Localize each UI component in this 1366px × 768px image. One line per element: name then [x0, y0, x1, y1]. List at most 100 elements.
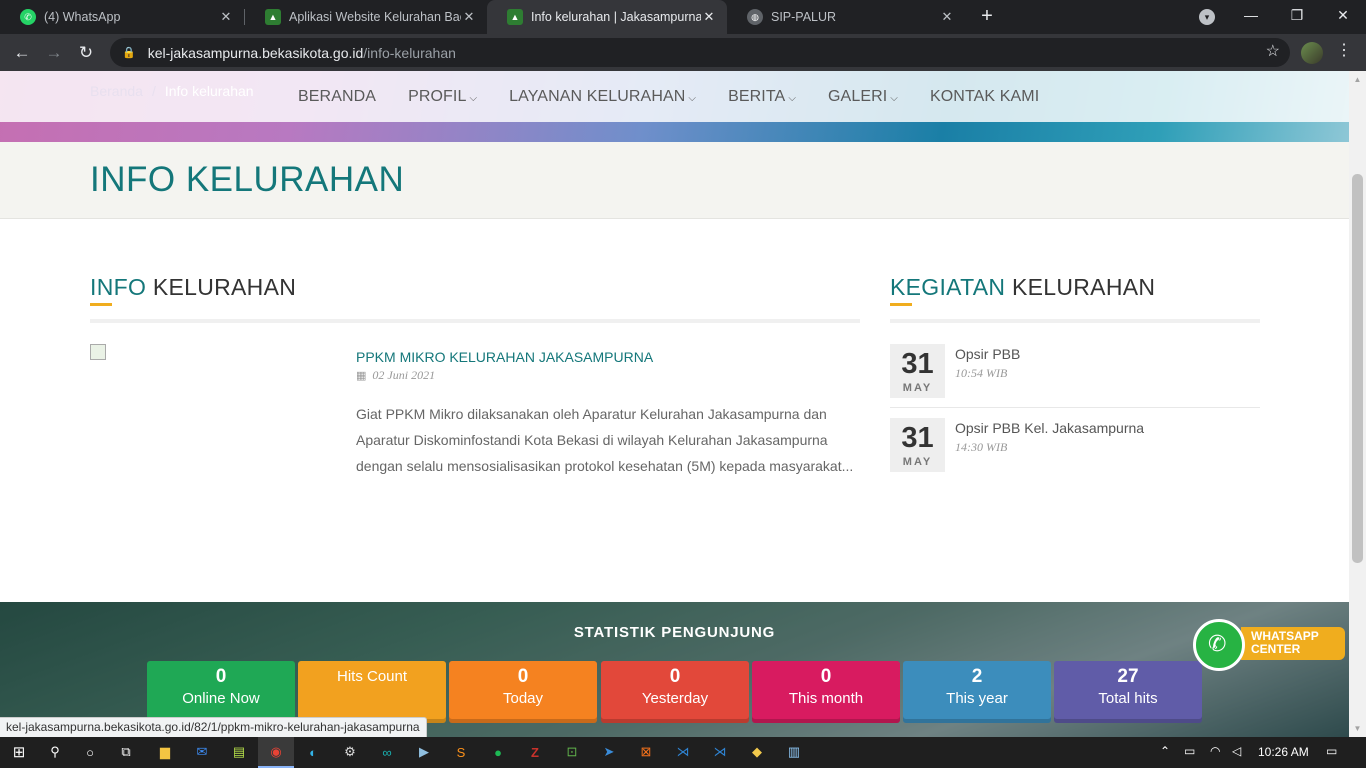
tab-title: (4) WhatsApp — [44, 10, 121, 24]
close-tab-icon[interactable]: ✕ — [939, 9, 955, 25]
filezilla-icon[interactable]: Z — [525, 742, 545, 762]
whatsapp-center-label: WHATSAPP CENTER — [1241, 627, 1345, 660]
scrollbar-thumb[interactable] — [1352, 174, 1363, 563]
reload-icon[interactable]: ↻ — [73, 40, 99, 66]
stat-total-hits: 27 Total hits — [1054, 661, 1202, 723]
tab-sip-palur[interactable]: ◍ SIP-PALUR ✕ — [727, 0, 965, 34]
main-nav: BERANDA PROFIL ⌵ LAYANAN KELURAHAN ⌵ BERIT… — [298, 71, 1071, 122]
event-time: 14:30 WIB — [955, 440, 1008, 454]
clipboard-app-icon[interactable]: ▥ — [784, 742, 804, 762]
nav-profil[interactable]: PROFIL ⌵ — [408, 88, 477, 106]
scroll-up-icon[interactable]: ▲ — [1349, 71, 1366, 88]
network-share-icon[interactable]: ⊡ — [562, 742, 582, 762]
app-arrow-icon[interactable]: ➤ — [599, 742, 619, 762]
chevron-down-icon: ⌵ — [688, 92, 697, 104]
divider — [890, 319, 1260, 323]
tab-whatsapp[interactable]: ✆ (4) WhatsApp ✕ — [0, 0, 244, 34]
tab-title: SIP-PALUR — [771, 10, 837, 24]
forward-icon[interactable]: → — [41, 40, 67, 66]
tab-search-icon[interactable]: ▾ — [1199, 9, 1215, 25]
close-tab-icon[interactable]: ✕ — [218, 9, 234, 25]
bekasi-crest-icon: ▲ — [507, 9, 523, 25]
notifications-icon[interactable]: ▭ — [1326, 744, 1337, 758]
git-icon[interactable]: ◆ — [747, 742, 767, 762]
task-view-icon[interactable]: ⧉ — [116, 742, 136, 762]
close-tab-icon[interactable]: ✕ — [701, 9, 717, 25]
chevron-down-icon: ⌵ — [890, 92, 898, 104]
restore-icon[interactable]: ❐ — [1274, 0, 1320, 32]
info-section-heading: INFO KELURAHAN — [90, 274, 297, 300]
link-status-bubble: kel-jakasampurna.bekasikota.go.id/82/1/p… — [0, 717, 427, 737]
close-window-icon[interactable]: ✕ — [1320, 0, 1366, 32]
profile-avatar[interactable] — [1301, 42, 1323, 64]
page-title: INFO KELURAHAN — [90, 160, 405, 199]
url-host: kel-jakasampurna.bekasikota.go.id — [147, 44, 364, 61]
header-banner: Beranda / Info kelurahan BERANDA PROFIL ⌵ L… — [0, 71, 1349, 142]
post-thumbnail-broken-image-icon[interactable] — [90, 344, 106, 360]
chrome-icon[interactable]: ◉ — [266, 742, 286, 762]
back-icon[interactable]: ← — [9, 40, 35, 66]
stat-hits-count: Hits Count — [298, 661, 446, 723]
event-date-box: 31 MAY — [890, 344, 945, 398]
event-item[interactable]: 31 MAY Opsir PBB Kel. Jakasampurna 14:30… — [890, 418, 1260, 483]
file-explorer-icon[interactable]: ▆ — [155, 742, 175, 762]
volume-icon[interactable]: ◁ — [1232, 744, 1241, 758]
whatsapp-center-button[interactable]: WHATSAPP CENTER ✆ — [1193, 619, 1348, 677]
minimize-icon[interactable]: — — [1228, 0, 1274, 32]
vscode-icon[interactable]: ⋊ — [673, 742, 693, 762]
event-title[interactable]: Opsir PBB Kel. Jakasampurna — [955, 420, 1144, 436]
web-page: Beranda / Info kelurahan BERANDA PROFIL ⌵ L… — [0, 71, 1349, 737]
xampp-icon[interactable]: ⊠ — [636, 742, 656, 762]
network-tool-icon[interactable]: ⚙ — [340, 742, 360, 762]
stat-yesterday: 0 Yesterday — [601, 661, 749, 723]
nav-kontak-kami[interactable]: KONTAK KAMI — [930, 88, 1039, 106]
chevron-down-icon: ⌵ — [469, 92, 478, 104]
mail-icon[interactable]: ✉ — [192, 742, 212, 762]
post-title-link[interactable]: PPKM MIKRO KELURAHAN JAKASAMPURNA — [356, 349, 653, 365]
windows-taskbar: ⊞ ⚲ ○ ⧉ ▆ ✉ ▤ ◉ ◐ ⚙ ∞ ▶ S ● Z ⊡ ➤ ⊠ ⋊ ⋊ … — [0, 737, 1366, 768]
chevron-down-icon: ⌵ — [788, 92, 796, 104]
event-time: 10:54 WIB — [955, 366, 1008, 380]
globe-icon: ◍ — [747, 9, 763, 25]
browser-menu-icon[interactable]: ⋮ — [1336, 40, 1352, 60]
vscode-second-icon[interactable]: ⋊ — [710, 742, 730, 762]
new-tab-button[interactable]: + — [976, 4, 998, 30]
stat-this-month: 0 This month — [752, 661, 900, 723]
scroll-down-icon[interactable]: ▼ — [1349, 720, 1366, 737]
address-bar[interactable]: 🔒 kel-jakasampurna.bekasikota.go.id /inf… — [110, 38, 1290, 67]
event-title[interactable]: Opsir PBB — [955, 346, 1020, 362]
post-date: ▦ 02 Juni 2021 — [356, 368, 436, 382]
notes-app-icon[interactable]: ▤ — [229, 742, 249, 762]
tab-title: Info kelurahan | Jakasampurna — [531, 10, 701, 24]
stat-today: 0 Today — [449, 661, 597, 723]
page-scrollbar[interactable]: ▲ ▼ — [1349, 71, 1366, 737]
tab-title: Aplikasi Website Kelurahan Backe — [289, 10, 461, 24]
cortana-icon[interactable]: ○ — [80, 742, 100, 762]
tab-aplikasi-website[interactable]: ▲ Aplikasi Website Kelurahan Backe ✕ — [245, 0, 487, 34]
close-tab-icon[interactable]: ✕ — [461, 9, 477, 25]
nav-beranda[interactable]: BERANDA — [298, 88, 376, 106]
arduino-icon[interactable]: ∞ — [377, 742, 397, 762]
stat-this-year: 2 This year — [903, 661, 1051, 723]
spotify-icon[interactable]: ● — [488, 742, 508, 762]
sublime-text-icon[interactable]: S — [451, 742, 471, 762]
windows-start-icon[interactable]: ⊞ — [9, 742, 29, 762]
url-path: /info-kelurahan — [363, 44, 456, 61]
whatsapp-icon: ✆ — [1193, 619, 1245, 671]
search-icon[interactable]: ⚲ — [45, 742, 65, 762]
nav-berita[interactable]: BERITA ⌵ — [728, 88, 796, 106]
battery-icon[interactable]: ▭ — [1184, 744, 1195, 758]
post-excerpt: Giat PPKM Mikro dilaksanakan oleh Aparat… — [356, 406, 854, 474]
clock[interactable]: 10:26 AM — [1258, 745, 1309, 759]
terminal-app-icon[interactable]: ▶ — [414, 742, 434, 762]
nav-galeri[interactable]: GALERI ⌵ — [828, 88, 898, 106]
kegiatan-section-heading: KEGIATAN KELURAHAN — [890, 274, 1156, 300]
tray-expand-icon[interactable]: ⌃ — [1160, 744, 1170, 758]
wifi-icon[interactable]: ◠ — [1210, 744, 1220, 758]
tab-info-kelurahan[interactable]: ▲ Info kelurahan | Jakasampurna ✕ — [487, 0, 727, 34]
nav-layanan-kelurahan[interactable]: LAYANAN KELURAHAN ⌵ — [509, 88, 696, 106]
breadcrumb-home[interactable]: Beranda — [90, 83, 143, 99]
edge-icon[interactable]: ◐ — [303, 742, 323, 762]
event-item[interactable]: 31 MAY Opsir PBB 10:54 WIB — [890, 344, 1260, 409]
bookmark-star-icon[interactable]: ☆ — [1266, 41, 1280, 61]
